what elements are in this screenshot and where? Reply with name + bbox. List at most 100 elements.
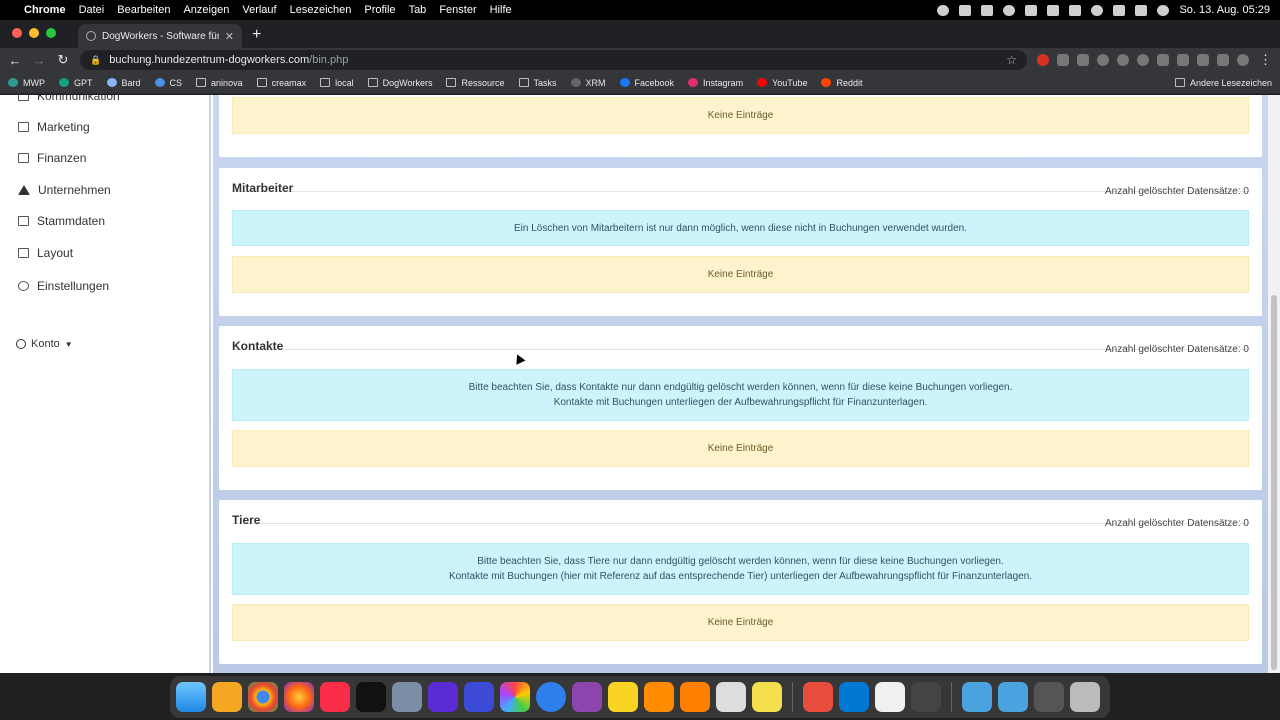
sidebar-item-marketing[interactable]: Marketing [18, 120, 90, 134]
music-icon[interactable] [320, 682, 350, 712]
bookmark-tasks[interactable]: Tasks [518, 78, 557, 88]
camera-extension-icon[interactable] [1057, 54, 1069, 66]
s-extension-icon[interactable] [1077, 54, 1089, 66]
database-icon [18, 216, 29, 226]
app-icon[interactable] [1034, 682, 1064, 712]
sidebar-item-layout[interactable]: Layout [18, 246, 73, 260]
menu-datei[interactable]: Datei [79, 4, 105, 16]
trash-icon[interactable] [1070, 682, 1100, 712]
chatgpt-extension-icon[interactable] [1137, 54, 1149, 66]
textedit-icon[interactable] [875, 682, 905, 712]
bookmark-label: Ressource [461, 77, 505, 88]
sidebar-item-einstellungen[interactable]: Einstellungen [18, 279, 109, 293]
bookmark-mwp[interactable]: MWP [8, 78, 45, 88]
bookmark-youtube[interactable]: YouTube [757, 78, 807, 88]
battery-icon[interactable] [1113, 4, 1126, 16]
bookmark-ressource[interactable]: Ressource [446, 77, 505, 88]
chrome-icon[interactable] [248, 682, 278, 712]
chrome-menu-icon[interactable]: ⋮ [1259, 52, 1272, 68]
menu-verlauf[interactable]: Verlauf [242, 4, 276, 16]
sidebar-item-unternehmen[interactable]: Unternehmen [18, 183, 111, 197]
photos-icon[interactable] [500, 682, 530, 712]
menu-hilfe[interactable]: Hilfe [490, 4, 512, 16]
bookmark-reddit[interactable]: Reddit [821, 78, 862, 88]
sidebar-item-kommunikation[interactable]: Kommunikation [18, 95, 120, 103]
extension-icon[interactable] [1097, 54, 1109, 66]
download-icon[interactable] [1197, 54, 1209, 66]
menu-profile[interactable]: Profile [364, 4, 395, 16]
profile-avatar-icon[interactable] [1237, 54, 1249, 66]
sidebar-item-finanzen[interactable]: Finanzen [18, 151, 86, 165]
obsidian-icon[interactable] [464, 682, 494, 712]
forward-icon[interactable]: → [32, 53, 46, 68]
windows-icon[interactable] [839, 682, 869, 712]
bookmark-gpt[interactable]: GPT [59, 78, 93, 88]
browser-tab[interactable]: DogWorkers - Software für die ✕ [78, 24, 242, 48]
close-window-icon[interactable] [12, 28, 22, 38]
menu-lesezeichen[interactable]: Lesezeichen [290, 4, 352, 16]
puzzle-icon[interactable] [1177, 54, 1189, 66]
back-icon[interactable]: ← [8, 53, 22, 68]
bookmark-facebook[interactable]: Facebook [619, 78, 674, 88]
app-icon[interactable] [803, 682, 833, 712]
tab-close-icon[interactable]: ✕ [225, 30, 234, 43]
wifi-icon[interactable] [1135, 4, 1148, 16]
lock-icon[interactable]: 🔒 [90, 55, 101, 66]
menu-anzeigen[interactable]: Anzeigen [183, 4, 229, 16]
control-center-icon[interactable] [1157, 4, 1170, 16]
folder-icon[interactable] [998, 682, 1028, 712]
minimize-window-icon[interactable] [29, 28, 39, 38]
time-machine-icon[interactable] [1091, 4, 1104, 16]
app-icon[interactable] [644, 682, 674, 712]
app-icon[interactable] [572, 682, 602, 712]
zoom-window-icon[interactable] [46, 28, 56, 38]
extension-icon[interactable] [1117, 54, 1129, 66]
app-icon[interactable] [752, 682, 782, 712]
folder-icon[interactable] [962, 682, 992, 712]
clock[interactable]: So. 13. Aug. 05:29 [1179, 4, 1270, 16]
status-icon[interactable] [1047, 4, 1060, 16]
terminal-icon[interactable] [356, 682, 386, 712]
finder-icon[interactable] [176, 682, 206, 712]
bookmark-other[interactable]: Andere Lesezeichen [1174, 78, 1272, 88]
menu-tab[interactable]: Tab [409, 4, 427, 16]
new-tab-icon[interactable]: + [252, 26, 261, 48]
preview-icon[interactable] [392, 682, 422, 712]
bookmark-bard[interactable]: Bard [106, 78, 141, 88]
bookmark-cs[interactable]: CS [154, 78, 182, 88]
phpstorm-icon[interactable] [428, 682, 458, 712]
bookmark-instagram[interactable]: Instagram [688, 78, 743, 88]
status-icon[interactable] [981, 4, 994, 16]
bluetooth-icon[interactable] [1069, 4, 1082, 16]
ublock-icon[interactable] [1037, 54, 1049, 66]
messenger-icon[interactable] [536, 682, 566, 712]
mail-app-icon[interactable] [212, 682, 242, 712]
vlc-icon[interactable] [680, 682, 710, 712]
bookmark-aninova[interactable]: aninova [196, 78, 243, 88]
bookmark-dogworkers[interactable]: DogWorkers [367, 78, 432, 88]
address-bar[interactable]: 🔒 buchung.hundezentrum-dogworkers.com /b… [80, 50, 1027, 70]
status-icon[interactable] [1003, 4, 1016, 16]
caret-down-icon: ▼ [64, 339, 73, 349]
spreadsheet-icon[interactable] [716, 682, 746, 712]
status-icon[interactable] [959, 4, 972, 16]
scrollbar-thumb[interactable] [1271, 295, 1277, 670]
firefox-icon[interactable] [284, 682, 314, 712]
page-scrollbar[interactable] [1268, 95, 1280, 673]
bookmark-star-icon[interactable]: ☆ [1006, 53, 1017, 67]
app-icon[interactable] [608, 682, 638, 712]
status-icon[interactable] [1025, 4, 1038, 16]
menu-bearbeiten[interactable]: Bearbeiten [117, 4, 170, 16]
reload-icon[interactable]: ↻ [56, 52, 70, 68]
bookmark-creamax[interactable]: creamax [256, 78, 306, 88]
bookmark-local[interactable]: local [320, 78, 354, 88]
extension-icon[interactable] [1157, 54, 1169, 66]
menu-fenster[interactable]: Fenster [439, 4, 476, 16]
sidepanel-icon[interactable] [1217, 54, 1229, 66]
menu-app-name[interactable]: Chrome [24, 4, 66, 16]
app-icon[interactable] [911, 682, 941, 712]
sidebar-item-stammdaten[interactable]: Stammdaten [18, 214, 105, 228]
status-icon[interactable] [937, 4, 950, 16]
bookmark-xrm[interactable]: XRM [570, 78, 606, 88]
account-menu[interactable]: Konto ▼ [16, 338, 73, 350]
